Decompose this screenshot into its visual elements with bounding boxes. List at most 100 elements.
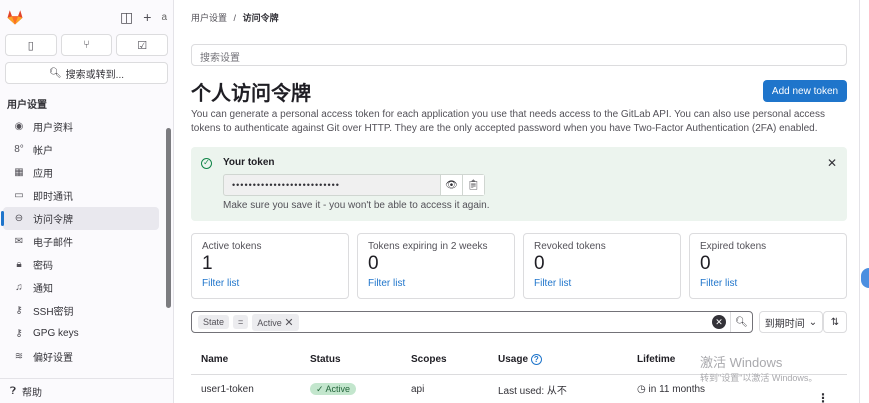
main-content: 用户设置 / 访问令牌 搜索设置 个人访问令牌 Add new token Yo… [174,0,869,403]
filter-bar[interactable]: State = Active ✕ ✕ 🔍︎ [191,311,753,333]
mail-icon: ✉ [14,236,24,247]
plus-icon[interactable]: + [143,9,151,25]
issues-button[interactable]: ▯ [5,34,57,56]
filter-list-link[interactable]: Filter list [700,278,836,289]
gitlab-logo-icon[interactable] [6,8,24,26]
token-field: •••••••••••••••••••••••••• 👁︎ 📋︎ [223,174,485,196]
merge-requests-button[interactable]: ⑂ [60,34,113,56]
clock-icon: ◷ [637,383,646,395]
page-description: You can generate a personal access token… [191,109,825,134]
sort-ascending-icon: ⇅ [830,316,840,328]
avatar[interactable]: a [161,12,167,23]
sort-direction-button[interactable]: ⇅ [823,311,847,333]
filter-value-label: Active [257,317,282,328]
stat-card: Expired tokens 0 Filter list [689,233,847,299]
bell-icon: ♫ [15,282,23,293]
token-value[interactable]: •••••••••••••••••••••••••• [224,175,440,195]
sort-label: 到期时间 [764,318,805,330]
token-lifetime-label: in 11 months [648,383,706,395]
stat-value: 1 [202,253,213,274]
applications-icon: ▦ [14,167,24,178]
eye-icon: 👁︎ [445,179,458,191]
filter-list-link[interactable]: Filter list [202,278,338,289]
sidebar-item-label: 密码 [33,261,53,272]
close-icon[interactable]: ✕ [284,317,293,329]
sidebar-shortcuts: ▯ ⑂ ☑ [0,34,173,56]
column-header-usage: Usage ? [498,354,637,365]
add-new-token-button[interactable]: Add new token [763,80,847,102]
search-icon: 🔍︎ [735,316,748,328]
floating-widget[interactable] [861,268,869,288]
sidebar-item-label: 偏好设置 [33,353,73,364]
search-icon: 🔍︎ [48,67,62,79]
breadcrumb-current: 访问令牌 [242,13,279,23]
sidebar-item-label: SSH密钥 [33,307,74,318]
sidebar-item-applications[interactable]: ▦ 应用 [3,161,159,184]
page-title: 个人访问令牌 [191,81,311,105]
sidebar-toggle-icon[interactable]: ◫ [120,9,133,26]
sidebar-item-password[interactable]: 🔒︎ 密码 [3,253,159,276]
todo-icon: ☑ [137,39,148,52]
filter-search-button[interactable]: 🔍︎ [730,312,752,332]
alert-title: Your token [223,157,275,168]
token-icon: ⊖ [14,213,24,224]
stat-card: Tokens expiring in 2 weeks 0 Filter list [357,233,515,299]
filter-list-link[interactable]: Filter list [368,278,504,289]
todos-button[interactable]: ☑ [116,34,169,56]
help-button[interactable]: ❓︎ 帮助 [0,378,173,403]
issues-icon: ▯ [27,39,34,52]
breadcrumb: 用户设置 / 访问令牌 [191,11,279,24]
stat-label: Expired tokens [700,241,767,252]
key-icon: ⚷ [15,305,23,316]
preferences-icon: ≋ [14,351,24,362]
help-label: 帮助 [22,387,43,399]
sidebar-item-label: 帐户 [33,146,53,157]
stat-value: 0 [534,253,545,274]
token-name: user1-token [201,383,254,395]
sidebar-header: ◫ + a [0,0,173,34]
stat-label: Revoked tokens [534,241,606,252]
sidebar-item-preferences[interactable]: ≋ 偏好设置 [3,345,159,368]
search-button[interactable]: 🔍︎ 搜索或转到... [5,62,168,84]
sidebar-scrollbar[interactable] [166,128,171,308]
sidebar-item-label: GPG keys [33,328,79,339]
chat-icon: ▭ [14,190,24,201]
help-icon: ❓︎ [10,385,17,397]
sidebar-item-account[interactable]: 8° 帐户 [3,138,159,161]
account-icon: 8° [14,144,24,155]
row-actions-icon[interactable]: ⋮ [817,391,829,403]
sidebar-item-chat[interactable]: ▭ 即时通讯 [3,184,159,207]
search-label: 搜索或转到... [65,69,125,81]
sidebar-item-profile[interactable]: ◉ 用户资料 [3,115,159,138]
column-header-scopes: Scopes [411,354,447,365]
filter-list-link[interactable]: Filter list [534,278,670,289]
reveal-token-button[interactable]: 👁︎ [440,175,462,195]
sidebar-item-notifications[interactable]: ♫ 通知 [3,276,159,299]
sidebar-item-label: 即时通讯 [33,192,73,203]
sidebar-item-access-tokens[interactable]: ⊖ 访问令牌 [1,207,159,230]
help-icon[interactable]: ? [530,354,542,365]
sort-dropdown[interactable]: 到期时间 ⌄ [759,311,823,333]
search-settings-input[interactable]: 搜索设置 [191,44,847,66]
sidebar-item-label: 用户资料 [33,123,73,134]
sidebar-item-gpg-keys[interactable]: ⚷ GPG keys [3,322,159,345]
clipboard-icon: 📋︎ [467,179,480,191]
column-header-status: Status [310,354,341,365]
close-icon[interactable]: ✕ [827,156,837,170]
breadcrumb-separator: / [233,13,237,23]
copy-token-button[interactable]: 📋︎ [462,175,484,195]
token-stats: Active tokens 1 Filter list Tokens expir… [191,233,847,299]
clear-filter-icon[interactable]: ✕ [712,315,726,329]
breadcrumb-parent[interactable]: 用户设置 [191,13,227,23]
filter-value-chip[interactable]: Active ✕ [252,313,299,331]
filter-operator-chip: = [233,315,249,329]
stat-card: Revoked tokens 0 Filter list [523,233,681,299]
key-icon: ⚷ [15,328,23,339]
sidebar-nav: ◉ 用户资料 8° 帐户 ▦ 应用 ▭ 即时通讯 ⊖ 访问令牌 ✉ 电子邮件 🔒︎ 密码 ♫ 通… [0,115,173,368]
sidebar-section-title: 用户设置 [7,100,47,111]
status-badge: ✓ Active [310,382,357,395]
chevron-down-icon: ⌄ [808,316,818,328]
sidebar-item-ssh-keys[interactable]: ⚷ SSH密钥 [3,299,159,322]
token-lifetime: ◷ in 11 months [637,384,847,395]
sidebar-item-emails[interactable]: ✉ 电子邮件 [3,230,159,253]
